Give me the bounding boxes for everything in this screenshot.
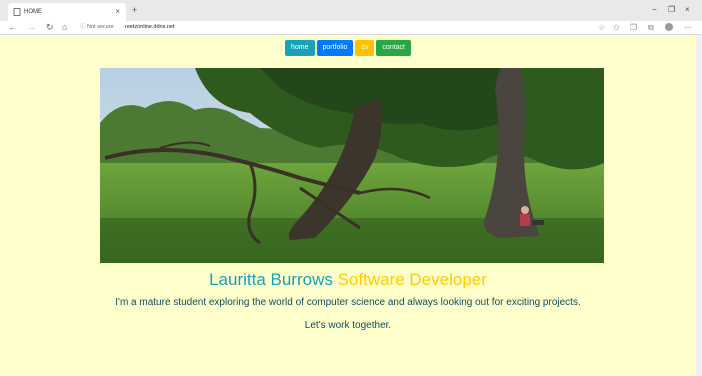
window-close-icon[interactable]: × [685,5,690,15]
collections-icon[interactable]: ❒ [630,23,637,32]
forward-icon[interactable]: → [27,22,36,33]
extensions-icon[interactable]: ⧉ [648,23,654,32]
new-tab-icon[interactable]: + [132,5,137,15]
cta-text: Let's work together. [304,320,392,331]
role-heading: Software Developer [337,270,487,289]
url-field[interactable]: reetzonline.ddns.net [125,24,175,31]
nav-contact-button[interactable]: contact [376,40,411,56]
security-indicator[interactable]: ⓘ Not secure [80,24,114,31]
tab-title: HOME [24,9,42,15]
more-icon[interactable]: ⋯ [684,23,692,32]
intro-text: I'm a mature student exploring the world… [115,297,581,308]
nav-portfolio-button[interactable]: portfolio [316,40,354,56]
main-nav: home portfolio cv contact [0,40,696,58]
nav-cv-button[interactable]: cv [355,40,375,56]
address-bar: ← → ↻ ⌂ ⓘ Not secure reetzonline.ddns.ne… [0,21,702,35]
tab-close-icon[interactable]: × [115,7,120,16]
hero-image [100,68,604,263]
back-icon[interactable]: ← [8,22,17,33]
browser-tab-bar: HOME × + − ❐ × [0,0,702,21]
favorites-icon[interactable]: ✩ [613,23,620,32]
page-content: home portfolio cv contact Lauritta Burro… [0,35,696,376]
name-heading: Lauritta Burrows [209,270,333,289]
home-icon[interactable]: ⌂ [62,22,67,33]
headline: Lauritta Burrows Software Developer [0,269,696,291]
restore-icon[interactable]: ❐ [668,5,675,15]
refresh-icon[interactable]: ↻ [46,22,54,33]
scrollbar[interactable] [696,35,702,376]
profile-icon[interactable] [665,23,673,31]
page-icon [13,8,21,16]
park-tree-photo [100,68,604,263]
minimize-icon[interactable]: − [652,5,657,15]
star-icon[interactable]: ☆ [598,23,605,32]
browser-tab[interactable]: HOME × [8,3,126,21]
nav-home-button[interactable]: home [285,40,315,56]
